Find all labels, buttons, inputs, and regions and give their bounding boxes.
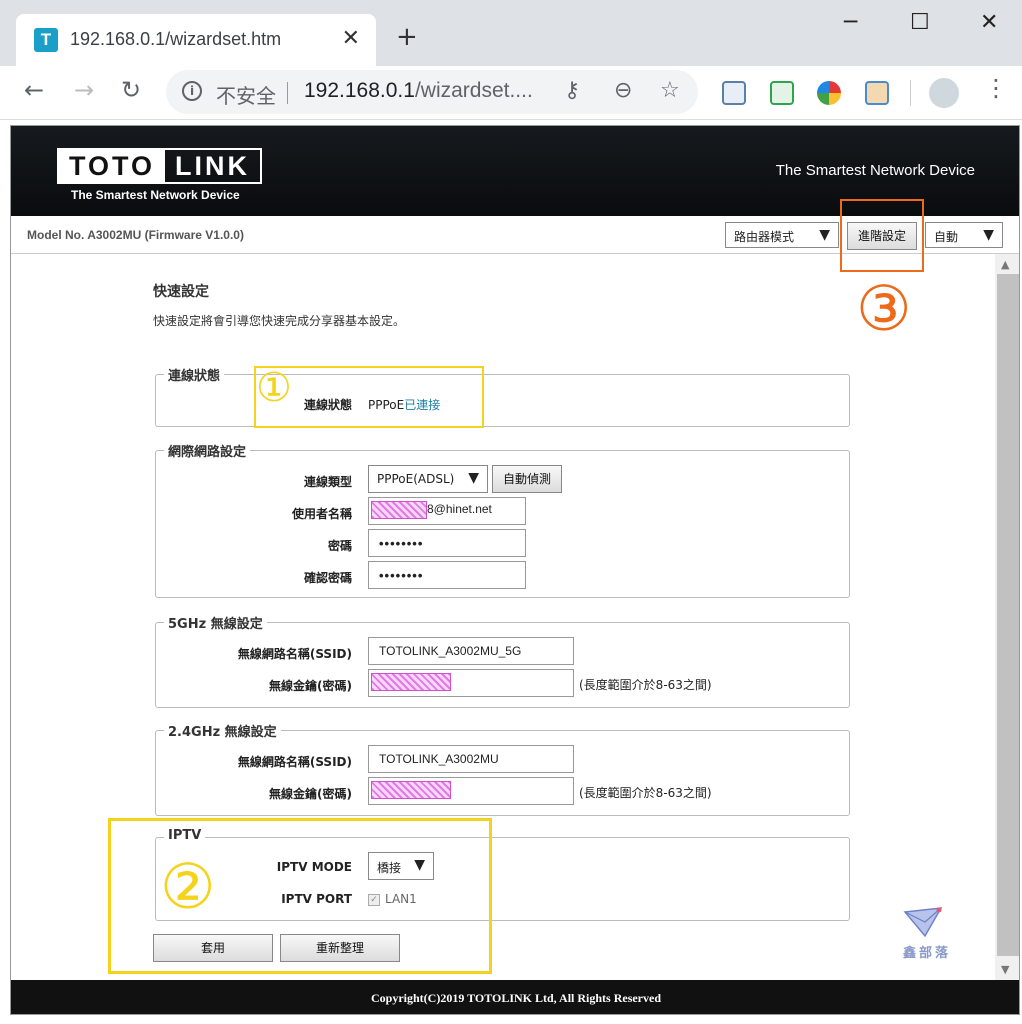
extension-notes-icon[interactable]: [722, 81, 746, 105]
ssid-24g-label: 無線網路名稱(SSID): [237, 755, 352, 769]
connection-type-label: 連線類型: [303, 475, 352, 489]
forward-icon[interactable]: →: [74, 76, 94, 104]
iptv-port-label: IPTV PORT: [281, 892, 352, 906]
key-icon[interactable]: ⚷: [564, 78, 580, 103]
redacted-mask: [371, 501, 427, 519]
lan1-label: LAN1: [385, 892, 417, 906]
wifi-24g-section: 2.4GHz 無線設定 無線網路名稱(SSID) TOTOLINK_A3002M…: [155, 721, 850, 816]
copyright-footer: Copyright(C)2019 TOTOLINK Ltd, All Right…: [11, 980, 1019, 1014]
auto-detect-button[interactable]: 自動偵測: [492, 465, 562, 493]
logo-tagline: The Smartest Network Device: [71, 188, 240, 202]
key-5g-label: 無線金鑰(密碼): [269, 679, 352, 693]
scroll-down-arrow-icon[interactable]: ▼: [1001, 963, 1009, 976]
scroll-thumb[interactable]: [997, 274, 1019, 956]
address-bar[interactable]: i 不安全 192.168.0.1/wizardset.... ⚷ ⊖ ☆: [166, 70, 698, 114]
minimize-icon[interactable]: ─: [844, 10, 857, 35]
info-icon[interactable]: i: [182, 81, 202, 101]
key-24g-hint: (長度範圍介於8-63之間): [579, 786, 712, 800]
router-header: TOTO LINK The Smartest Network Device Th…: [11, 126, 1019, 216]
toolbar-separator: [910, 80, 911, 106]
language-select[interactable]: 自動 ▼: [925, 222, 1003, 248]
iptv-legend: IPTV: [164, 828, 206, 843]
username-input[interactable]: 8@hinet.net: [368, 497, 526, 525]
internet-settings-section: 網際網路設定 連線類型 PPPoE(ADSL) ▼ 自動偵測 使用者名稱 8@hi…: [155, 441, 850, 598]
marker-2: ②: [160, 850, 216, 923]
model-number: Model No. A3002MU (Firmware V1.0.0): [27, 228, 244, 242]
extension-check-icon[interactable]: [770, 81, 794, 105]
password-label: 密碼: [327, 539, 352, 553]
connection-status-value: PPPoE已連接: [368, 398, 441, 412]
key-5g-input[interactable]: [368, 669, 574, 697]
insecure-label: 不安全: [216, 84, 276, 108]
header-slogan: The Smartest Network Device: [775, 162, 975, 179]
omnibox-divider: [287, 82, 288, 104]
wifi-24g-legend: 2.4GHz 無線設定: [164, 721, 281, 740]
redacted-mask: [371, 781, 451, 799]
iptv-mode-label: IPTV MODE: [276, 860, 352, 874]
connection-type-select[interactable]: PPPoE(ADSL) ▼: [368, 465, 488, 493]
redacted-mask: [371, 673, 451, 691]
username-label: 使用者名稱: [291, 507, 352, 521]
totolink-logo: TOTO LINK The Smartest Network Device: [57, 148, 263, 202]
browser-tab[interactable]: T 192.168.0.1/wizardset.htm ✕: [16, 14, 376, 66]
refresh-button[interactable]: 重新整理: [280, 934, 400, 962]
marker-1: ①: [256, 365, 292, 411]
zoom-out-icon[interactable]: ⊖: [614, 78, 632, 103]
new-tab-icon[interactable]: +: [396, 24, 418, 50]
scroll-up-arrow-icon[interactable]: ▲: [1001, 258, 1009, 271]
url-text: 192.168.0.1/wizardset....: [304, 79, 533, 102]
connected-link[interactable]: 已連接: [404, 398, 440, 412]
router-mode-select[interactable]: 路由器模式 ▼: [725, 222, 839, 248]
key-24g-label: 無線金鑰(密碼): [269, 787, 352, 801]
password-input[interactable]: ••••••••: [368, 529, 526, 557]
maximize-icon[interactable]: ☐: [910, 10, 930, 35]
profile-avatar[interactable]: [929, 78, 959, 108]
close-window-icon[interactable]: ✕: [980, 10, 998, 35]
page-subtitle: 快速設定將會引導您快速完成分享器基本設定。: [153, 314, 406, 328]
iptv-mode-select[interactable]: 橋接 ▼: [368, 852, 434, 880]
logo-link: LINK: [175, 151, 251, 181]
reload-icon[interactable]: ↻: [121, 76, 141, 104]
model-bar: Model No. A3002MU (Firmware V1.0.0) 路由器模…: [11, 216, 1019, 254]
logo-toto: TOTO: [59, 150, 166, 182]
confirm-password-label: 確認密碼: [303, 571, 352, 585]
extension-color-icon[interactable]: [817, 81, 841, 105]
lan1-checkbox[interactable]: ✓: [368, 894, 380, 906]
confirm-password-input[interactable]: ••••••••: [368, 561, 526, 589]
page-title: 快速設定: [153, 284, 209, 300]
watermark-logo-icon: [903, 907, 943, 938]
key-24g-input[interactable]: [368, 777, 574, 805]
key-5g-hint: (長度範圍介於8-63之間): [579, 678, 712, 692]
totolink-favicon-icon: T: [34, 28, 58, 52]
extension-face-icon[interactable]: [865, 81, 889, 105]
browser-menu-icon[interactable]: ⋮: [984, 74, 1008, 102]
star-icon[interactable]: ☆: [660, 78, 680, 103]
wifi-5g-legend: 5GHz 無線設定: [164, 613, 267, 632]
browser-tabstrip: T 192.168.0.1/wizardset.htm ✕ + ─ ☐ ✕: [0, 0, 1022, 66]
ssid-5g-label: 無線網路名稱(SSID): [237, 647, 352, 661]
iptv-section: IPTV IPTV MODE 橋接 ▼ IPTV PORT ✓ LAN1: [155, 828, 850, 921]
ssid-5g-input[interactable]: TOTOLINK_A3002MU_5G: [368, 637, 574, 665]
tab-title: 192.168.0.1/wizardset.htm: [70, 29, 282, 49]
ssid-24g-input[interactable]: TOTOLINK_A3002MU: [368, 745, 574, 773]
browser-toolbar: ← → ↻ i 不安全 192.168.0.1/wizardset.... ⚷ …: [0, 66, 1022, 120]
connection-status-legend: 連線狀態: [164, 365, 225, 384]
page-scrollbar[interactable]: ▲ ▼: [995, 254, 1019, 980]
internet-settings-legend: 網際網路設定: [164, 441, 251, 460]
back-icon[interactable]: ←: [24, 76, 44, 104]
close-tab-icon[interactable]: ✕: [342, 26, 360, 51]
marker-3: ③: [856, 272, 912, 345]
apply-button[interactable]: 套用: [153, 934, 273, 962]
advanced-settings-button[interactable]: 進階設定: [847, 222, 917, 250]
watermark-text: 鑫部落: [903, 946, 952, 961]
wifi-5g-section: 5GHz 無線設定 無線網路名稱(SSID) TOTOLINK_A3002MU_…: [155, 613, 850, 708]
